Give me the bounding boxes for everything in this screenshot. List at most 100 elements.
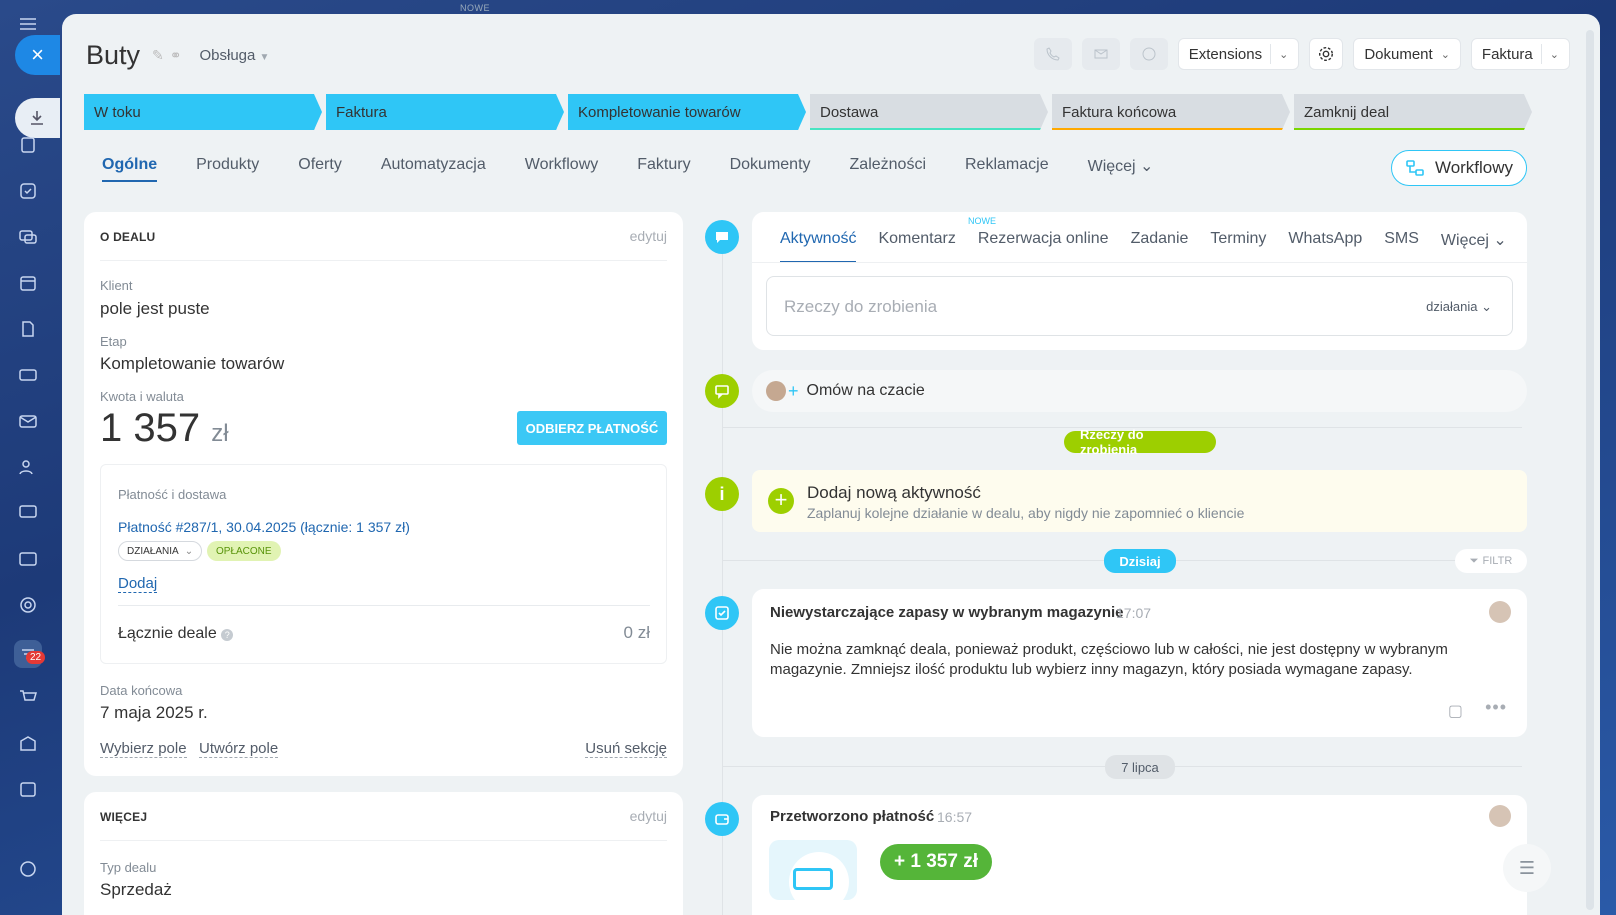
extensions-label: Extensions xyxy=(1188,45,1263,63)
phone-button[interactable] xyxy=(1033,38,1072,70)
calendar-icon[interactable] xyxy=(18,273,38,293)
stage-label: Zamknij deal xyxy=(1304,103,1390,121)
stage-6[interactable]: Zamknij deal xyxy=(1294,94,1532,130)
document-button[interactable]: Dokument ⌄ xyxy=(1353,38,1461,70)
add-activity-title: Dodaj nową aktywność xyxy=(807,483,981,502)
target-icon[interactable] xyxy=(18,595,38,615)
category-selector[interactable]: Obsługa ▼ xyxy=(200,47,270,64)
select-field-link[interactable]: Wybierz pole xyxy=(100,740,187,758)
event-body: Nie można zamknąć deala, ponieważ produk… xyxy=(770,641,1448,678)
actions-dropdown[interactable]: działania ⌄ xyxy=(1426,299,1492,315)
cart-icon[interactable] xyxy=(18,687,38,707)
download-icon[interactable] xyxy=(15,98,60,138)
tab-0[interactable]: Ogólne xyxy=(102,156,158,182)
filter-button[interactable]: ⏷ FILTR xyxy=(1455,549,1527,573)
scrollbar[interactable] xyxy=(1586,30,1594,910)
card-icon[interactable] xyxy=(18,365,38,385)
amount-number: 1 357 xyxy=(100,406,201,450)
mail-icon xyxy=(1094,49,1108,59)
payment-title: Płatność i dostawa xyxy=(118,487,227,502)
client-value[interactable]: pole jest puste xyxy=(100,299,210,319)
tab-7[interactable]: Zależności xyxy=(850,156,926,182)
document-label: Dokument xyxy=(1364,45,1433,63)
activity-tab-7[interactable]: Więcej ⌄ xyxy=(1441,230,1507,263)
warehouse-icon[interactable] xyxy=(18,733,38,753)
tab-1[interactable]: Produkty xyxy=(196,156,259,182)
checkbox-icon[interactable] xyxy=(18,181,38,201)
actions-label: DZIAŁANIA xyxy=(127,545,179,557)
stage-3[interactable]: Kompletowanie towarów xyxy=(568,94,806,130)
chat-icon[interactable] xyxy=(18,227,38,247)
tab-label: Więcej xyxy=(1087,158,1136,175)
payment-link[interactable]: Płatność #287/1, 30.04.2025 (łącznie: 1 … xyxy=(118,519,410,535)
list-icon: ☰ xyxy=(1518,857,1536,878)
file-icon[interactable] xyxy=(18,319,38,339)
event-title: Przetworzono płatność xyxy=(770,808,935,825)
email-button[interactable] xyxy=(1081,38,1120,70)
workflow-label: Workflowy xyxy=(1434,158,1514,177)
edit-icon[interactable]: ✎ xyxy=(152,47,164,64)
activity-tab-1[interactable]: Komentarz xyxy=(878,230,955,263)
stage-2[interactable]: Faktura xyxy=(326,94,564,130)
extensions-button[interactable]: Extensions ⌄ xyxy=(1177,38,1300,70)
tab-6[interactable]: Dokumenty xyxy=(730,156,811,182)
actions-dropdown[interactable]: DZIAŁANIA ⌄ xyxy=(118,541,203,561)
tab-label: Ogólne xyxy=(102,156,158,173)
activity-tab-3[interactable]: Zadanie xyxy=(1131,230,1189,263)
stage-label: Faktura końcowa xyxy=(1062,103,1177,121)
tab-4[interactable]: Workflowy xyxy=(525,156,599,182)
chat-row[interactable]: + Omów na czacie xyxy=(752,370,1527,412)
activity-tab-2[interactable]: Rezerwacja online xyxy=(978,230,1109,263)
menu-icon[interactable] xyxy=(18,14,38,34)
bot-icon[interactable] xyxy=(18,859,38,879)
create-field-link[interactable]: Utwórz pole xyxy=(199,740,279,758)
tab-5[interactable]: Faktury xyxy=(637,156,690,182)
workflow-button[interactable]: Workflowy xyxy=(1391,150,1527,186)
stage-4[interactable]: Dostawa xyxy=(810,94,1048,130)
activity-input[interactable]: Rzeczy do zrobienia działania ⌄ xyxy=(766,276,1513,336)
receive-payment-button[interactable]: ODBIERZ PŁATNOŚĆ xyxy=(517,411,667,445)
header-buttons: Extensions ⌄ Dokument ⌄ Faktura ⌄ xyxy=(1033,38,1570,70)
mail-icon[interactable] xyxy=(18,411,38,431)
task-done-icon xyxy=(705,596,739,630)
list-menu-button[interactable]: ☰ xyxy=(1503,844,1551,892)
activity-tab-label: SMS xyxy=(1384,230,1419,247)
add-activity-card[interactable]: + Dodaj nową aktywność Zaplanuj kolejne … xyxy=(752,470,1527,532)
edit-link[interactable]: edytuj xyxy=(630,228,667,244)
board-icon[interactable] xyxy=(18,503,38,523)
date-pill: 7 lipca xyxy=(1105,755,1175,779)
add-payment-link[interactable]: Dodaj xyxy=(118,575,158,593)
edit-link[interactable]: edytuj xyxy=(630,808,667,824)
end-date-value[interactable]: 7 maja 2025 r. xyxy=(100,703,208,723)
schedule-icon[interactable] xyxy=(18,779,38,799)
activity-tab-0[interactable]: Aktywność xyxy=(780,230,857,263)
tab-9[interactable]: Więcej ⌄ xyxy=(1088,156,1154,182)
settings-button[interactable] xyxy=(1309,38,1344,70)
more-icon[interactable]: ••• xyxy=(1485,697,1507,718)
delete-section-link[interactable]: Usuń sekcję xyxy=(585,740,667,758)
stage-1[interactable]: W toku xyxy=(84,94,322,130)
add-icon[interactable]: + xyxy=(768,488,794,514)
id-card-icon[interactable] xyxy=(18,549,38,569)
document-icon[interactable] xyxy=(18,135,38,155)
help-icon[interactable]: ? xyxy=(221,629,234,641)
amount-value[interactable]: 1 357 zł xyxy=(100,406,229,451)
actions-label: działania xyxy=(1426,299,1478,314)
activity-tab-5[interactable]: WhatsApp xyxy=(1288,230,1362,263)
invoice-button[interactable]: Faktura ⌄ xyxy=(1470,38,1570,70)
stage-5[interactable]: Faktura końcowa xyxy=(1052,94,1290,130)
link-icon[interactable]: ⚭ xyxy=(170,47,182,64)
tab-3[interactable]: Automatyzacja xyxy=(381,156,486,182)
contacts-icon[interactable] xyxy=(18,457,38,477)
plus-icon[interactable]: + xyxy=(788,381,799,402)
deal-type-value[interactable]: Sprzedaż xyxy=(100,880,172,900)
activity-tab-6[interactable]: SMS xyxy=(1384,230,1419,263)
note-icon[interactable]: ▢ xyxy=(1448,701,1463,721)
stage-value[interactable]: Kompletowanie towarów xyxy=(100,354,284,374)
tab-2[interactable]: Oferty xyxy=(298,156,342,182)
chat-button[interactable] xyxy=(1129,38,1168,70)
close-button[interactable]: × xyxy=(15,35,60,75)
tab-8[interactable]: Reklamacje xyxy=(965,156,1049,182)
total-deals-value: 0 zł xyxy=(623,623,650,642)
activity-tab-4[interactable]: Terminy xyxy=(1210,230,1266,263)
